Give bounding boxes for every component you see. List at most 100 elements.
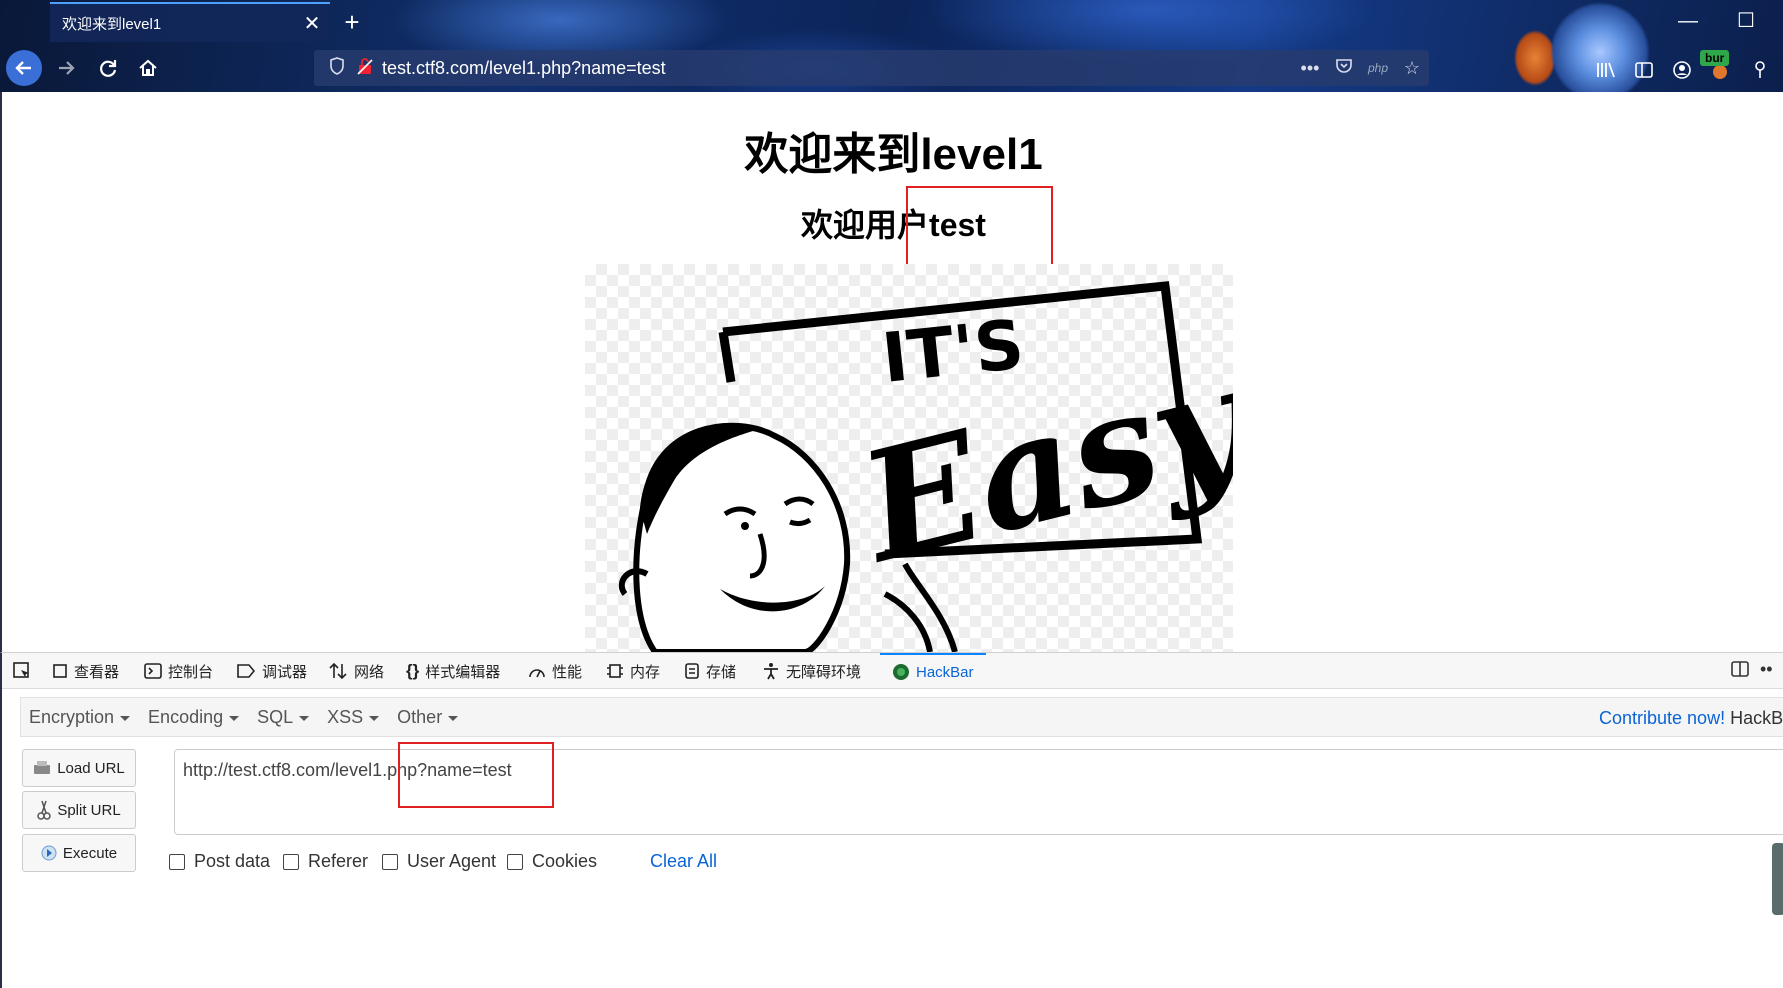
tab-hackbar[interactable]: HackBar [880,653,986,689]
referer-checkbox[interactable]: Referer [283,851,368,872]
tab-debugger[interactable]: 调试器 [236,653,307,689]
caret-down-icon [448,716,459,721]
console-icon [144,663,162,679]
split-url-button[interactable]: Split URL [22,791,136,829]
svg-text:IT'S: IT'S [879,306,1028,399]
play-icon [41,845,57,861]
tab-console[interactable]: 控制台 [144,653,213,689]
tab-label: 样式编辑器 [425,663,501,681]
highlight-box-query [398,742,554,808]
storage-icon [684,662,700,680]
close-tab-icon[interactable]: ✕ [294,11,330,36]
reload-icon[interactable] [90,50,126,86]
tab-label: 性能 [552,663,583,681]
menu-label: SQL [257,706,294,727]
bookmark-star-icon[interactable]: ☆ [1395,58,1429,79]
checkbox-box[interactable] [382,853,398,870]
inspector-icon [52,663,68,679]
button-label: Load URL [57,759,125,777]
sidebar-icon[interactable] [1630,56,1658,84]
new-tab-icon[interactable]: + [336,6,368,38]
checkbox-label: Referer [308,851,369,871]
home-icon[interactable] [130,50,166,86]
url-text[interactable]: test.ctf8.com/level1.php?name=test [382,58,1293,79]
insecure-lock-icon[interactable] [354,57,376,80]
cookies-checkbox[interactable]: Cookies [507,851,597,872]
element-picker-icon[interactable] [12,653,32,689]
pocket-icon[interactable] [1327,57,1361,80]
menu-other[interactable]: Other [397,707,468,728]
style-editor-icon: {} [406,661,420,680]
scissors-icon [37,800,52,820]
tab-label: 控制台 [168,663,214,681]
dock-icon[interactable] [1730,659,1750,684]
php-extension-icon[interactable]: php [1361,61,1395,75]
menu-label: Encryption [29,706,115,727]
checkbox-box[interactable] [169,853,185,870]
caret-down-icon [299,716,310,721]
network-icon [328,662,348,680]
checkbox-label: Cookies [532,851,598,871]
checkbox-label: Post data [194,851,271,871]
menu-label: XSS [327,706,364,727]
tracking-protection-icon[interactable] [320,56,354,80]
tab-performance[interactable]: 性能 [528,653,582,689]
debugger-icon [236,663,256,679]
memory-icon [606,662,624,680]
tab-title: 欢迎来到level1 [62,15,162,33]
clear-all-link[interactable]: Clear All [650,851,717,872]
accessibility-icon [762,662,780,680]
tab-label: HackBar [916,663,974,681]
account-icon[interactable] [1668,56,1696,84]
menu-encryption[interactable]: Encryption [29,707,140,728]
execute-button[interactable]: Execute [22,834,136,872]
caret-down-icon [229,716,240,721]
tab-label: 无障碍环境 [786,663,862,681]
maximize-icon[interactable]: ☐ [1728,6,1764,36]
scrollbar-thumb[interactable] [1772,843,1783,915]
user-agent-checkbox[interactable]: User Agent [382,851,496,872]
more-options-icon[interactable]: •• [1760,659,1773,680]
checkbox-label: User Agent [407,851,497,871]
contribute-text: Contribute now! [1599,708,1726,728]
tab-memory[interactable]: 内存 [606,653,660,689]
library-icon[interactable] [1592,56,1620,84]
tab-accessibility[interactable]: 无障碍环境 [762,653,861,689]
browser-window: 欢迎来到level1 ✕ + — ☐ test.ctf8.com/level1.… [0,0,1783,988]
proxy-pin-icon[interactable] [1746,56,1774,84]
tab-style-editor[interactable]: {} 样式编辑器 [406,653,500,689]
menu-label: Encoding [148,706,224,727]
browser-chrome: 欢迎来到level1 ✕ + — ☐ test.ctf8.com/level1.… [0,0,1783,92]
menu-encoding[interactable]: Encoding [148,707,249,728]
tab-network[interactable]: 网络 [328,653,384,689]
extension-badge: bur [1700,50,1730,66]
checkbox-box[interactable] [507,853,523,870]
hackbar-icon [892,663,910,681]
menu-sql[interactable]: SQL [257,707,319,728]
caret-down-icon [120,716,131,721]
load-url-button[interactable]: Load URL [22,749,136,787]
devtools-panel: 查看器 控制台 调试器 网络 {} 样式编辑器 性能 内存 存储 无障碍环境 H… [0,652,1783,988]
caret-down-icon [369,716,380,721]
minimize-icon[interactable]: — [1670,6,1706,36]
tab-storage[interactable]: 存储 [684,653,736,689]
tab-label: 内存 [630,663,661,681]
tab-inspector[interactable]: 查看器 [52,653,119,689]
contribute-link[interactable]: Contribute now! HackBa [1599,708,1783,729]
load-url-icon [33,760,51,776]
button-label: Split URL [57,801,121,819]
tab-label: 调试器 [262,663,308,681]
forward-icon[interactable] [48,50,84,86]
welcome-message: 欢迎用户test [801,207,986,243]
address-bar[interactable]: test.ctf8.com/level1.php?name=test ••• p… [314,50,1429,86]
page-actions-icon[interactable]: ••• [1293,58,1327,79]
tab-label: 存储 [706,663,737,681]
menu-xss[interactable]: XSS [327,707,389,728]
highlight-box-username [906,186,1053,268]
post-data-checkbox[interactable]: Post data [169,851,270,872]
checkbox-box[interactable] [283,853,299,870]
back-icon[interactable] [6,50,42,86]
tab-active[interactable]: 欢迎来到level1 ✕ [50,2,330,42]
page-content: 欢迎来到level1 欢迎用户test IT'S Easy [0,92,1783,655]
page-heading: 欢迎来到level1 [744,130,1043,179]
